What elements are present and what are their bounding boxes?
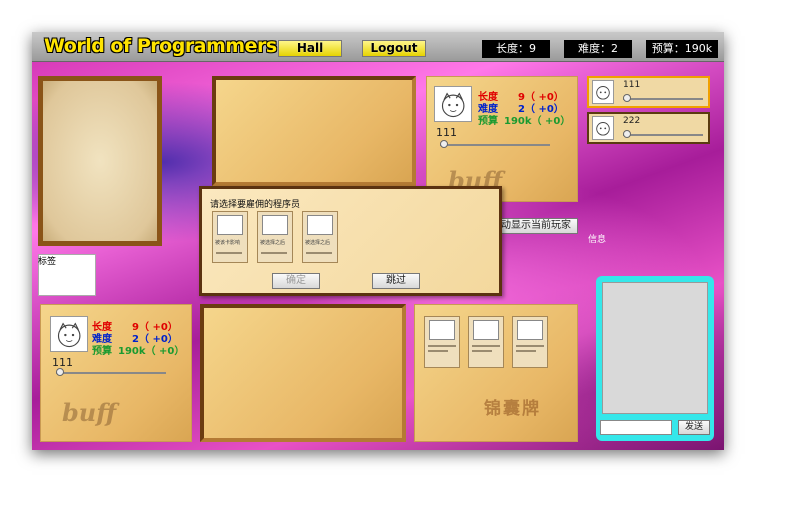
play-area-bottom xyxy=(200,304,406,442)
budget-value: 190k（ +0） xyxy=(118,346,185,357)
card-slot-large xyxy=(38,76,162,246)
chat-log xyxy=(602,282,708,414)
slider-knob[interactable] xyxy=(623,94,631,102)
buff-label: buff xyxy=(62,398,117,427)
card-text-line xyxy=(472,345,500,347)
slider-knob[interactable] xyxy=(440,140,448,148)
programmer-face-icon xyxy=(262,215,288,235)
app-logo: World of Programmers xyxy=(44,35,277,57)
budget-label: 预算 xyxy=(92,346,112,357)
hire-programmer-dialog: 请选择要雇佣的程序员 被该卡影响 被选择之后 被选择之后 确定 跳过 xyxy=(199,186,502,296)
hand-card[interactable] xyxy=(512,316,548,368)
player-name: 222 xyxy=(623,116,641,126)
programmer-card[interactable]: 被选择之后 xyxy=(257,211,293,263)
project-name: 111 xyxy=(52,356,73,369)
chat-input[interactable] xyxy=(600,420,672,435)
chat-panel xyxy=(596,276,714,441)
hand-panel: 锦囊牌 xyxy=(414,304,578,442)
card-text-line xyxy=(306,252,332,254)
card-text: 被选择之后 xyxy=(260,240,286,246)
card-text-line xyxy=(472,350,492,352)
skip-button[interactable]: 跳过 xyxy=(372,273,420,289)
card-face-icon xyxy=(429,320,455,340)
player-avatar xyxy=(592,80,614,104)
send-button[interactable]: 发送 xyxy=(678,420,710,435)
slider-knob[interactable] xyxy=(623,130,631,138)
play-area-top xyxy=(212,76,416,186)
difficulty-stat: 难度：2 xyxy=(564,40,632,58)
card-text: 被选择之后 xyxy=(305,240,331,246)
note-label-text: 标签 xyxy=(38,257,57,267)
progress-slider[interactable] xyxy=(440,140,550,148)
player-name: 111 xyxy=(623,80,641,90)
length-stat: 长度：9 xyxy=(482,40,550,58)
player-slider[interactable] xyxy=(623,130,703,138)
card-text-line xyxy=(516,345,544,347)
budget-label: 预算 xyxy=(478,116,498,127)
card-text-line xyxy=(261,252,287,254)
player-slider[interactable] xyxy=(623,94,703,102)
card-text-line xyxy=(428,350,448,352)
player-item[interactable]: 111 xyxy=(587,76,710,108)
hand-card[interactable] xyxy=(424,316,460,368)
card-face-icon xyxy=(473,320,499,340)
hand-card[interactable] xyxy=(468,316,504,368)
project-panel-top: 长度 9（ +0） 难度 2（ +0） 预算 190k（ +0） 111 buf… xyxy=(426,76,578,202)
avatar xyxy=(50,316,88,352)
programmer-face-icon xyxy=(307,215,333,235)
programmer-card[interactable]: 被该卡影响 xyxy=(212,211,248,263)
budget-value: 190k（ +0） xyxy=(504,116,571,127)
project-panel-bottom: 长度 9（ +0） 难度 2（ +0） 预算 190k（ +0） 111 buf… xyxy=(40,304,192,442)
game-window: World of Programmers Hall Logout 长度：9 难度… xyxy=(32,32,724,450)
hall-button[interactable]: Hall xyxy=(278,40,342,57)
slider-knob[interactable] xyxy=(56,368,64,376)
programmer-card[interactable]: 被选择之后 xyxy=(302,211,338,263)
top-bar: World of Programmers Hall Logout 长度：9 难度… xyxy=(32,32,724,62)
programmer-face-icon xyxy=(217,215,243,235)
progress-slider[interactable] xyxy=(56,368,166,376)
card-text-line xyxy=(516,350,536,352)
project-name: 111 xyxy=(436,126,457,139)
avatar xyxy=(434,86,472,122)
confirm-button[interactable]: 确定 xyxy=(272,273,320,289)
logout-button[interactable]: Logout xyxy=(362,40,426,57)
info-label: 信息 xyxy=(588,235,607,245)
player-avatar xyxy=(592,116,614,140)
dialog-title: 请选择要雇佣的程序员 xyxy=(210,200,301,210)
card-face-icon xyxy=(517,320,543,340)
card-text-line xyxy=(216,252,242,254)
card-text-line xyxy=(428,345,456,347)
budget-stat: 预算：190k xyxy=(646,40,718,58)
card-text: 被该卡影响 xyxy=(215,240,241,246)
brocade-card-label: 锦囊牌 xyxy=(484,399,541,419)
player-item[interactable]: 222 xyxy=(587,112,710,144)
